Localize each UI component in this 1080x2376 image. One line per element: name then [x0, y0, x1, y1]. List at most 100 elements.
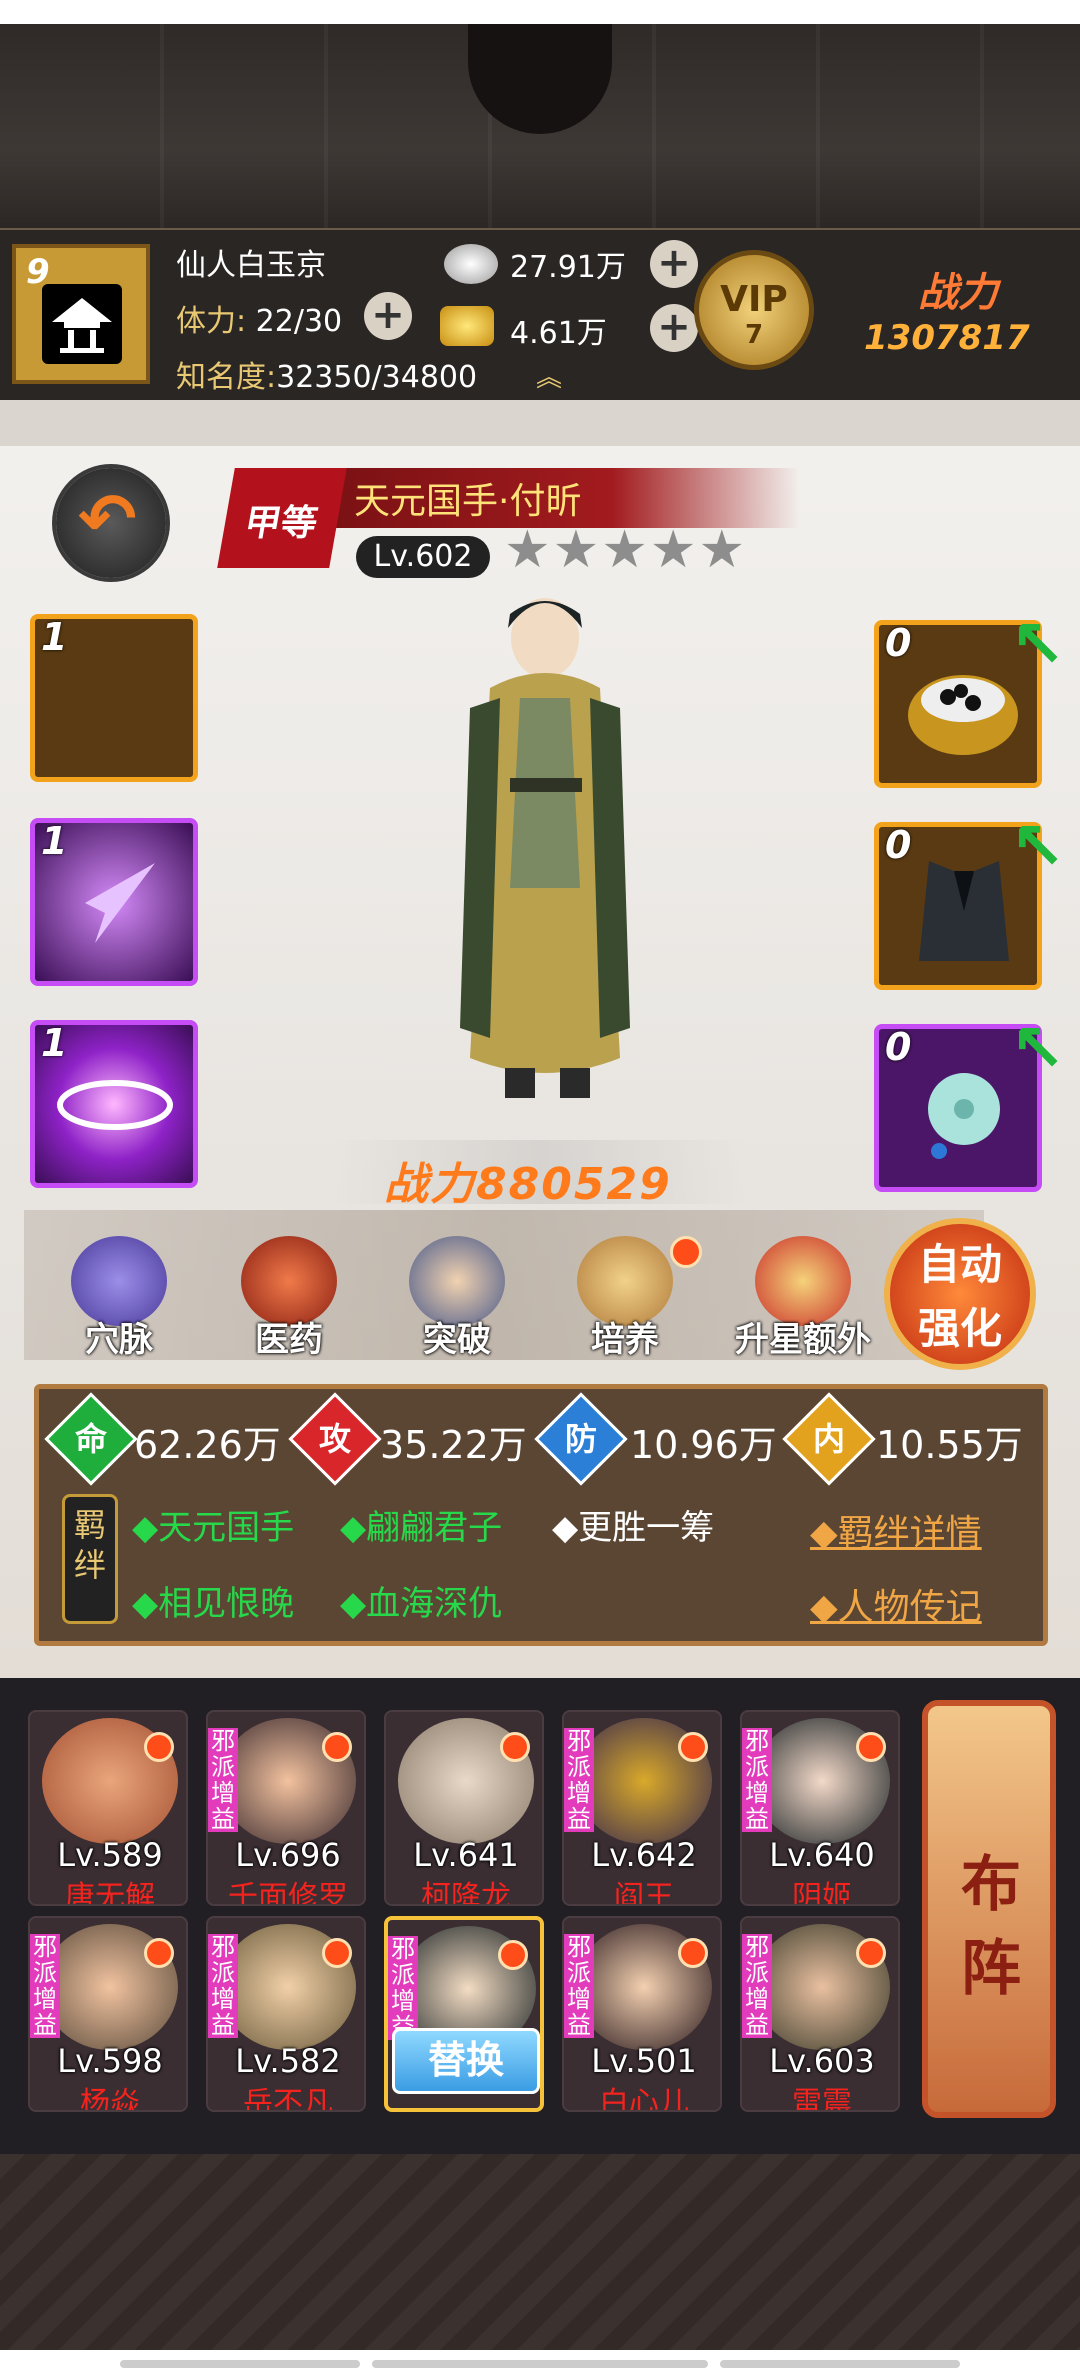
roster-card[interactable]: Lv.589 唐无解: [28, 1710, 188, 1906]
defense-icon-label: 防: [564, 1420, 597, 1458]
roster-level: Lv.696: [235, 1836, 341, 1874]
roster-card[interactable]: 邪派增益 Lv.582 岳不凡: [206, 1916, 366, 2112]
rank-badge-text: 甲等: [241, 503, 321, 544]
roster-level: Lv.501: [591, 2042, 697, 2080]
hero-portrait[interactable]: [430, 588, 660, 1128]
back-arrow-icon: ↶: [78, 478, 137, 560]
notification-dot: [144, 1938, 174, 1968]
breakthrough-label: 突破: [423, 1320, 491, 1360]
add-gold-button[interactable]: +: [650, 304, 698, 352]
defense-value: 10.96万: [630, 1423, 777, 1467]
pavilion-icon: [42, 284, 122, 364]
silver-amount: 27.91万: [510, 250, 626, 285]
bond-item[interactable]: ◆相见恨晚: [132, 1576, 294, 1625]
notification-dot: [678, 1938, 708, 1968]
notification-dot: [856, 1732, 886, 1762]
notification-dot: [144, 1732, 174, 1762]
bond-detail-link[interactable]: ◆羁绊详情: [810, 1504, 982, 1556]
roster-name: 千面修罗: [228, 1880, 348, 1906]
breakthrough-button[interactable]: 突破: [392, 1236, 522, 1376]
roster-name: 唐无解: [65, 1880, 155, 1906]
train-notification-dot: [670, 1236, 702, 1268]
chevron-up-icon[interactable]: ︽: [524, 365, 574, 391]
roster-card[interactable]: 邪派增益 Lv.598 杨焱: [28, 1916, 188, 2112]
gold-amount: 4.61万: [510, 316, 607, 351]
swap-button[interactable]: 替换: [392, 2028, 540, 2094]
silver-ingot-icon: [444, 244, 498, 284]
upgrade-arrow-icon: ↖: [1010, 606, 1066, 683]
meridian-button[interactable]: 穴脉: [54, 1236, 184, 1376]
hero-level: Lv.602: [356, 536, 490, 578]
roster-name: 杨焱: [80, 2086, 140, 2112]
roster-level: Lv.582: [235, 2042, 341, 2080]
notification-dot: [500, 1732, 530, 1762]
hero-power-label: 战力: [384, 1159, 476, 1210]
upgrade-arrow-icon: ↖: [1010, 1010, 1066, 1087]
vip-label: VIP: [720, 279, 788, 320]
evil-faction-buff-tag: 邪派增益: [742, 1934, 772, 2038]
vip-level: 7: [744, 320, 764, 350]
player-avatar[interactable]: 9: [12, 244, 150, 384]
hero-power: 战力880529: [384, 1148, 672, 1212]
evil-faction-buff-tag: 邪派增益: [30, 1934, 60, 2038]
evil-faction-buff-tag: 邪派增益: [208, 1934, 238, 2038]
roster-card[interactable]: 邪派增益 Lv.696 千面修罗: [206, 1710, 366, 1906]
roster-name: 阎王: [614, 1880, 674, 1906]
stamina-label: 体力:: [176, 304, 247, 339]
star-upgrade-button[interactable]: 升星额外: [728, 1236, 878, 1376]
evil-faction-buff-tag: 邪派增益: [208, 1728, 238, 1832]
nav-segment[interactable]: [720, 2360, 960, 2368]
rank-badge: 甲等: [217, 468, 347, 568]
notification-dot: [678, 1732, 708, 1762]
hero-stars: ★★★★★: [504, 520, 748, 580]
skill-slot-2[interactable]: 1: [30, 818, 198, 986]
meridian-label: 穴脉: [85, 1320, 153, 1360]
nav-segment[interactable]: [372, 2360, 708, 2368]
internal-icon-label: 内: [812, 1420, 845, 1458]
evil-faction-buff-tag: 邪派增益: [564, 1728, 594, 1832]
roster-card[interactable]: 邪派增益 Lv.640 阴姬: [740, 1710, 900, 1906]
formation-line2: 阵: [961, 1934, 1021, 2004]
herb-button[interactable]: 医药: [224, 1236, 354, 1376]
bond-item[interactable]: ◆更胜一筹: [552, 1500, 714, 1549]
vortex-skill-icon: [57, 1080, 173, 1130]
bond-item[interactable]: ◆血海深仇: [340, 1576, 502, 1625]
bond-item[interactable]: ◆翩翩君子: [340, 1500, 502, 1549]
top-band: [0, 400, 1080, 446]
roster-name: 岳不凡: [243, 2086, 333, 2112]
fame: 知名度:32350/34800: [176, 352, 477, 396]
add-stamina-button[interactable]: +: [364, 292, 412, 340]
roster-card[interactable]: Lv.641 柯降龙: [384, 1710, 544, 1906]
roster-card[interactable]: 邪派增益 Lv.642 阎王: [562, 1710, 722, 1906]
roster-card[interactable]: 邪派增益 Lv.501 白心儿: [562, 1916, 722, 2112]
notification-dot: [322, 1732, 352, 1762]
biography-link[interactable]: ◆人物传记: [810, 1578, 982, 1630]
roster-card-selected[interactable]: 邪派增益 替换: [384, 1916, 544, 2112]
roster-level: Lv.603: [769, 2042, 875, 2080]
stamina: 体力: 22/30: [176, 296, 342, 340]
skill-slot-1[interactable]: 1: [30, 614, 198, 782]
player-power-label: 战力: [918, 270, 998, 316]
slot-count: 1: [41, 615, 68, 659]
bond-item[interactable]: ◆天元国手: [132, 1500, 294, 1549]
nav-segment[interactable]: [120, 2360, 360, 2368]
auto-enhance-button[interactable]: 自动 强化: [884, 1218, 1036, 1370]
herb-label: 医药: [255, 1320, 323, 1360]
slot-count: 1: [41, 819, 68, 863]
back-button[interactable]: ↶: [56, 468, 166, 578]
roster-card[interactable]: 邪派增益 Lv.603 雷震: [740, 1916, 900, 2112]
roster-name: 柯降龙: [421, 1880, 511, 1906]
vip-badge[interactable]: VIP 7: [694, 250, 814, 370]
train-label: 培养: [591, 1320, 659, 1360]
formation-button[interactable]: 布 阵: [922, 1700, 1056, 2118]
hero-power-value: 880529: [476, 1159, 672, 1210]
notification-dot: [498, 1940, 528, 1970]
gold-ingot-icon: [440, 306, 494, 346]
roster-level: Lv.642: [591, 1836, 697, 1874]
roster-level: Lv.589: [57, 1836, 163, 1874]
add-silver-button[interactable]: +: [650, 240, 698, 288]
internal-value: 10.55万: [876, 1423, 1023, 1467]
attack-icon-label: 攻: [318, 1420, 351, 1458]
roster-level: Lv.641: [413, 1836, 519, 1874]
skill-slot-3[interactable]: 1: [30, 1020, 198, 1188]
